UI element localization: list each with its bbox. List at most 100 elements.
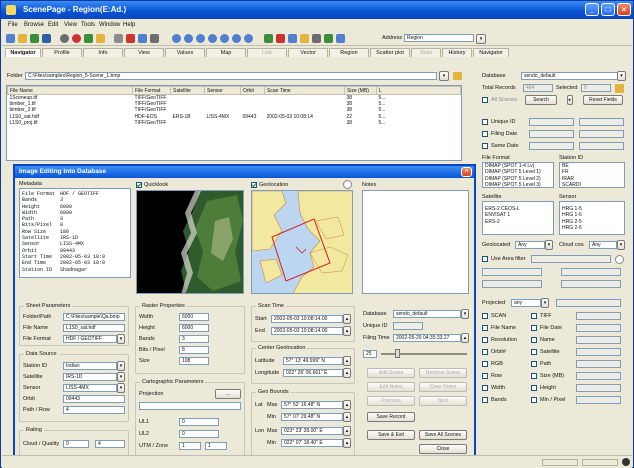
column-header[interactable]: Scan Time [264, 86, 345, 95]
slider-track[interactable] [381, 353, 467, 355]
next-button[interactable]: Next [419, 396, 467, 406]
column-header[interactable]: Satellite [170, 86, 205, 95]
open-icon[interactable] [18, 34, 27, 43]
projected-field[interactable] [556, 299, 621, 307]
select-icon[interactable] [244, 34, 253, 43]
option-checkbox[interactable] [482, 397, 488, 403]
utm-input[interactable]: 1 [179, 442, 201, 450]
file-format-list[interactable]: DIMAP (SPOT 1-4 Lv) DIMAP (SPOT 5 Level … [482, 162, 554, 188]
zoom-fit-icon[interactable] [196, 34, 205, 43]
unique-id-input[interactable] [393, 322, 423, 330]
stop-icon[interactable] [72, 34, 81, 43]
bounds-lat-max-input[interactable]: 57° 52' 16.48" N [281, 401, 343, 409]
database-select[interactable]: sendo_default [521, 72, 619, 80]
area-filter-field[interactable] [531, 255, 611, 263]
zoom-reset-icon[interactable] [220, 34, 229, 43]
menu-edit[interactable]: Edit [48, 22, 58, 28]
station-list[interactable]: BE FR IRAR SCARDI [559, 162, 625, 188]
new-icon[interactable] [6, 34, 15, 43]
refresh-icon[interactable] [615, 255, 624, 264]
option-value-field[interactable] [576, 312, 621, 320]
bounds-lon-min-input[interactable]: 022° 07' 18.40" E [281, 439, 343, 447]
save-record-button[interactable]: Save Record [367, 412, 415, 422]
ul2-input[interactable]: 0 [179, 430, 219, 438]
menu-file[interactable]: File [8, 22, 18, 28]
folder-path-field[interactable]: C:\Files\samples\Region_5-Scene_1.bmp [25, 72, 437, 80]
area-filter-checkbox[interactable] [482, 256, 488, 262]
bands-input[interactable]: 3 [179, 335, 209, 343]
path-dropdown-icon[interactable]: ▾ [439, 71, 449, 81]
station-dropdown-icon[interactable]: ▾ [117, 361, 125, 371]
option-checkbox[interactable] [482, 325, 488, 331]
quality-input[interactable]: 4 [95, 440, 125, 448]
geolocated-dropdown-icon[interactable]: ▾ [545, 240, 553, 250]
dialog-close-icon[interactable]: × [461, 167, 472, 177]
maximize-icon[interactable]: □ [601, 3, 615, 16]
menu-help[interactable]: Help [123, 22, 135, 28]
lock-icon[interactable] [615, 84, 624, 93]
filing-time-spin-icon[interactable]: ▴ [461, 333, 469, 343]
notes-textarea[interactable] [362, 190, 469, 294]
area-coord-2[interactable] [561, 268, 621, 276]
column-header[interactable]: L [376, 86, 461, 95]
orbit-input[interactable]: 09443 [63, 395, 125, 403]
menu-tools[interactable]: Tools [81, 22, 95, 28]
filing-time-input[interactable]: 2002-05-29 04:35:33.27 [393, 334, 461, 342]
folder-icon[interactable] [96, 34, 105, 43]
pan-icon[interactable] [232, 34, 241, 43]
list-item[interactable]: HRG 2-6 [560, 225, 624, 231]
help-icon[interactable] [336, 34, 345, 43]
geolocated-select[interactable]: Any [515, 241, 545, 249]
file-name-input[interactable]: L1S0_sat.hdf [63, 324, 125, 332]
option-checkbox[interactable] [482, 313, 488, 319]
menu-browse[interactable]: Browse [24, 22, 44, 28]
column-header[interactable]: File Name [7, 86, 133, 95]
list-item[interactable]: HRG 1-5 [560, 202, 624, 212]
remove-scene-button[interactable]: Remove Scene [419, 368, 467, 378]
tab-values[interactable]: Values [165, 48, 205, 57]
save-icon[interactable] [42, 34, 51, 43]
list-item[interactable]: SCARDI [560, 182, 624, 188]
cloud-dropdown-icon[interactable]: ▾ [617, 240, 625, 250]
bounds-lon-max-input[interactable]: 023° 23' 28.00" E [281, 427, 343, 435]
same-date-checkbox[interactable] [482, 143, 488, 149]
import-icon[interactable] [138, 34, 147, 43]
zone-input[interactable]: 1 [205, 442, 227, 450]
tab-view[interactable]: View [124, 48, 164, 57]
tab-profile[interactable]: Profile [42, 48, 82, 57]
longitude-spin-icon[interactable]: ▴ [343, 368, 351, 378]
reset-fields-button[interactable]: Reset Fields [583, 95, 623, 105]
add-scene-button[interactable]: Add Scene [367, 368, 415, 378]
clear-notes-button[interactable]: Clear Notes [419, 382, 467, 392]
satellite-select[interactable]: IRS-1D [63, 373, 117, 381]
bounds-spin-icon[interactable]: ▴ [343, 412, 351, 422]
sensor-list[interactable]: HRG 1-5 HRG 1-6 HRG 2-5 HRG 2-6 [559, 201, 625, 235]
zoom-in-icon[interactable] [172, 34, 181, 43]
option-value-field[interactable] [576, 348, 621, 356]
bounds-spin-icon[interactable]: ▴ [343, 400, 351, 410]
option-checkbox[interactable] [531, 337, 537, 343]
sensor-select[interactable]: LISS-4MX [63, 384, 117, 392]
filing-date-from[interactable] [529, 130, 574, 138]
projected-dropdown-icon[interactable]: ▾ [541, 298, 549, 308]
delete-icon[interactable] [126, 34, 135, 43]
map-refresh-icon[interactable] [343, 180, 352, 189]
list-item[interactable]: DIMAP (SPOT 5 Level 3) [483, 182, 553, 188]
search-arrow-icon[interactable]: ▸ [567, 95, 573, 105]
quicklook-image[interactable] [136, 190, 244, 294]
table-row[interactable]: L1S0_proj.tif TIFF/GeoTIFF 38 5... [8, 120, 461, 126]
width-input[interactable]: 6000 [179, 313, 209, 321]
db-dropdown-icon[interactable]: ▾ [461, 309, 469, 319]
tab-stats[interactable]: Stats [411, 48, 441, 57]
minimize-icon[interactable]: _ [585, 3, 599, 16]
longitude-input[interactable]: 022° 26' 06.661" E [283, 369, 343, 377]
option-value-field[interactable] [576, 324, 621, 332]
option-checkbox[interactable] [531, 325, 537, 331]
save-exit-button[interactable]: Save & Exit [367, 430, 415, 440]
projection-input[interactable] [139, 402, 241, 410]
menu-view[interactable]: View [64, 22, 77, 28]
zoom-out-icon[interactable] [184, 34, 193, 43]
slider-thumb[interactable] [395, 349, 400, 358]
satellite-dropdown-icon[interactable]: ▾ [117, 372, 125, 382]
station-id-select[interactable]: Indian [63, 362, 117, 370]
